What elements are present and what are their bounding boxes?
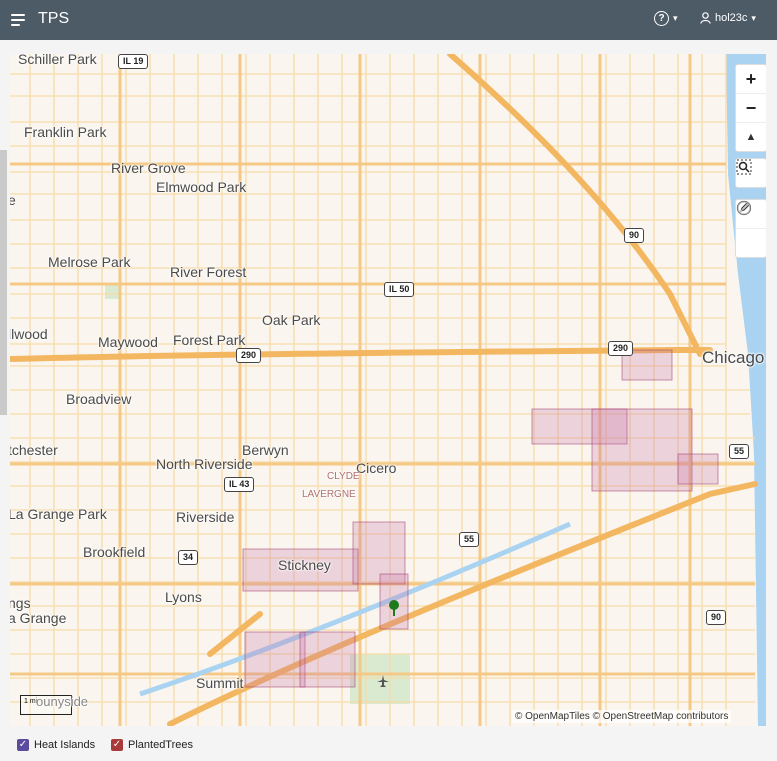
place-label: Riverside bbox=[176, 509, 235, 525]
place-label: Brookfield bbox=[83, 544, 146, 560]
legend-label: Heat Islands bbox=[34, 739, 96, 751]
route-shield: 55 bbox=[729, 444, 750, 459]
chevron-down-icon: ▾ bbox=[751, 12, 756, 23]
place-label: Lyons bbox=[165, 589, 202, 605]
username: hol23c bbox=[715, 12, 748, 24]
zoom-controls: + − ▲ bbox=[735, 64, 766, 152]
planted-tree-marker-icon[interactable] bbox=[388, 599, 400, 617]
hamburger-menu-icon[interactable] bbox=[11, 13, 25, 27]
place-label: Oak Park bbox=[262, 312, 321, 328]
neighborhood-label: CLYDE bbox=[327, 471, 360, 482]
place-label: North Riverside bbox=[156, 456, 253, 472]
route-shield: 290 bbox=[236, 348, 262, 363]
route-shield: 55 bbox=[459, 532, 480, 547]
app-title: TPS bbox=[38, 10, 70, 27]
place-label: e bbox=[10, 192, 16, 208]
place-label: River Grove bbox=[111, 160, 186, 176]
zoom-out-button[interactable]: − bbox=[736, 94, 766, 123]
place-label: Schiller Park bbox=[18, 54, 97, 67]
map-canvas[interactable]: Schiller Park Franklin Park River Grove … bbox=[10, 54, 766, 726]
user-icon bbox=[700, 12, 711, 24]
place-label: Elmwood Park bbox=[156, 179, 247, 195]
place-label: Franklin Park bbox=[24, 124, 107, 140]
place-label: ngs bbox=[10, 595, 31, 611]
user-menu-button[interactable]: hol23c ▾ bbox=[700, 12, 756, 24]
map-attribution[interactable]: © OpenMapTiles © OpenStreetMap contribut… bbox=[512, 710, 732, 723]
side-scroll-handle[interactable] bbox=[0, 150, 7, 415]
zoom-extent-control bbox=[735, 158, 766, 188]
city-label: Chicago bbox=[702, 348, 765, 367]
route-shield: IL 19 bbox=[118, 54, 149, 69]
zoom-in-button[interactable]: + bbox=[736, 65, 766, 94]
legend-item-planted-trees[interactable]: ✓ PlantedTrees bbox=[111, 739, 193, 751]
zoom-to-area-button[interactable] bbox=[736, 159, 766, 187]
zoom-magnifier-icon bbox=[736, 159, 752, 175]
draw-controls bbox=[735, 199, 766, 258]
place-label: llwood bbox=[10, 326, 48, 342]
place-label: River Forest bbox=[170, 264, 247, 280]
place-label: Forest Park bbox=[173, 332, 246, 348]
top-bar: TPS ? ▾ hol23c ▾ bbox=[0, 0, 777, 40]
route-shield: IL 43 bbox=[224, 477, 255, 492]
legend-label: PlantedTrees bbox=[128, 739, 194, 751]
help-menu-button[interactable]: ? ▾ bbox=[654, 11, 678, 26]
place-label: Cicero bbox=[356, 460, 397, 476]
place-label: Melrose Park bbox=[48, 254, 131, 270]
route-shield: 90 bbox=[624, 228, 645, 243]
help-icon: ? bbox=[654, 11, 669, 26]
route-shield: IL 50 bbox=[384, 282, 415, 297]
park bbox=[105, 284, 120, 299]
neighborhood-label: LAVERGNE bbox=[302, 489, 356, 500]
legend-item-heat-islands[interactable]: ✓ Heat Islands bbox=[17, 739, 95, 751]
reset-north-button[interactable]: ▲ bbox=[736, 123, 766, 151]
clear-drawing-button[interactable] bbox=[736, 201, 766, 257]
chevron-down-icon: ▾ bbox=[673, 13, 678, 23]
airport-icon bbox=[377, 675, 389, 687]
place-label: La Grange Park bbox=[10, 506, 107, 522]
prohibited-icon bbox=[737, 201, 751, 215]
place-label: tchester bbox=[10, 442, 58, 458]
place-label: Maywood bbox=[98, 334, 158, 350]
place-label: ounyside bbox=[36, 694, 89, 709]
checkbox-checked-icon[interactable]: ✓ bbox=[111, 739, 123, 751]
place-label: Broadview bbox=[66, 391, 132, 407]
route-shield: 290 bbox=[608, 341, 634, 356]
place-label: Stickney bbox=[278, 557, 331, 573]
place-label: Summit bbox=[196, 675, 244, 691]
place-label: a Grange bbox=[10, 610, 67, 626]
route-shield: 34 bbox=[178, 550, 199, 565]
map-base bbox=[10, 54, 766, 726]
checkbox-checked-icon[interactable]: ✓ bbox=[17, 739, 29, 751]
route-shield: 90 bbox=[706, 610, 727, 625]
